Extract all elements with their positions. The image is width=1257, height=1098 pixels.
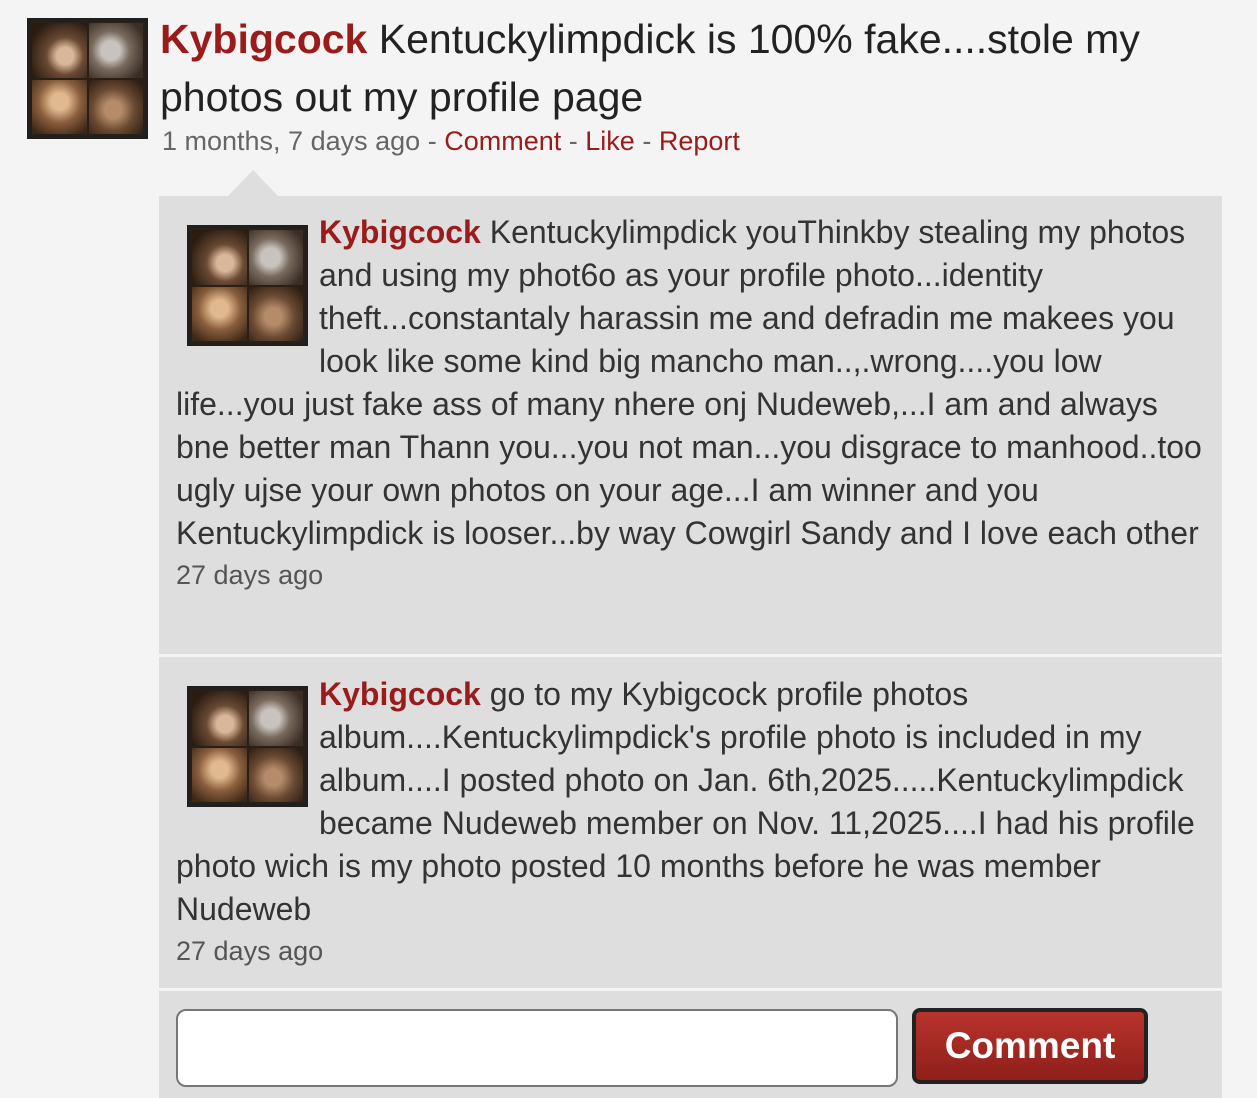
comments-panel: Kybigcock Kentuckylimpdick youThinkby st… <box>159 196 1222 1098</box>
comment-text: go to my Kybigcock profile photos album.… <box>176 676 1195 927</box>
comment-submit-button[interactable]: Comment <box>912 1008 1148 1084</box>
comment-item: Kybigcock go to my Kybigcock profile pho… <box>159 658 1222 991</box>
avatar-photo-tile <box>88 23 143 78</box>
comment-body: Kybigcock go to my Kybigcock profile pho… <box>176 673 1206 971</box>
avatar-photo-tile <box>32 23 87 78</box>
comment-timestamp: 27 days ago <box>176 936 324 966</box>
comments-caret <box>228 170 278 196</box>
report-link[interactable]: Report <box>659 126 740 156</box>
avatar-photo-tile <box>32 79 87 134</box>
post-content: Kybigcock Kentuckylimpdick is 100% fake.… <box>160 10 1255 126</box>
meta-separator: - <box>427 126 437 156</box>
post-author-link[interactable]: Kybigcock <box>160 16 367 62</box>
avatar-photo-tile <box>88 79 143 134</box>
reply-form: Comment <box>159 994 1222 1098</box>
like-link[interactable]: Like <box>585 126 635 156</box>
comment-timestamp: 27 days ago <box>176 560 324 590</box>
comment-input[interactable] <box>176 1009 898 1087</box>
post-author-avatar[interactable] <box>27 18 148 139</box>
meta-separator: - <box>568 126 578 156</box>
comment-author-link[interactable]: Kybigcock <box>319 676 481 712</box>
comment-item: Kybigcock Kentuckylimpdick youThinkby st… <box>159 196 1222 657</box>
comment-author-link[interactable]: Kybigcock <box>319 214 481 250</box>
comment-text: Kentuckylimpdick youThinkby stealing my … <box>176 214 1202 551</box>
post-timestamp: 1 months, 7 days ago <box>162 126 421 156</box>
comment-body: Kybigcock Kentuckylimpdick youThinkby st… <box>176 211 1206 595</box>
comment-link[interactable]: Comment <box>444 126 561 156</box>
post-meta: 1 months, 7 days ago - Comment - Like - … <box>162 126 740 157</box>
meta-separator: - <box>642 126 652 156</box>
